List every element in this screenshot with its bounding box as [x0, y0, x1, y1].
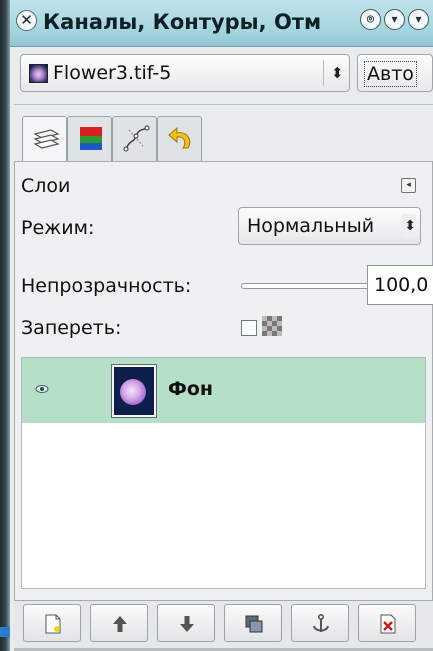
window-menu-icon[interactable]: ▾	[408, 9, 429, 30]
panel-title: Слои	[21, 175, 71, 197]
layer-name[interactable]: Фон	[168, 377, 213, 401]
arrow-up-icon	[113, 616, 127, 632]
auto-button-label: Авто	[364, 61, 417, 87]
layers-panel: Слои ◂ Режим: Нормальный ⬍ Непрозрачност…	[14, 161, 433, 601]
layer-list[interactable]: Фон	[21, 357, 426, 589]
image-thumbnail	[29, 64, 48, 83]
image-select-value: Flower3.tif-5	[53, 62, 172, 84]
opacity-slider[interactable]	[241, 283, 376, 289]
delete-layer-button[interactable]	[358, 604, 416, 642]
tab-undo-history[interactable]	[157, 116, 202, 162]
duplicate-icon	[245, 615, 263, 633]
image-select[interactable]: Flower3.tif-5 ⬍	[20, 54, 350, 92]
raise-layer-button[interactable]	[90, 604, 148, 642]
title-bar[interactable]: ✕ Каналы, Контуры, Отм ⌾ ▾ ▾	[10, 0, 433, 47]
anchor-layer-button[interactable]	[291, 604, 349, 642]
shade-icon[interactable]: ⌾	[360, 9, 381, 30]
tab-channels[interactable]	[67, 116, 112, 162]
channels-icon	[80, 127, 102, 150]
lock-alpha-icon[interactable]	[262, 316, 282, 336]
lower-layer-button[interactable]	[157, 604, 215, 642]
close-icon[interactable]: ✕	[16, 10, 37, 31]
new-layer-button[interactable]	[23, 604, 81, 642]
auto-button[interactable]: Авто	[357, 54, 433, 92]
paths-icon	[123, 125, 150, 152]
lock-pixels-checkbox[interactable]	[241, 320, 257, 336]
roll-down-icon[interactable]: ▾	[384, 9, 405, 30]
opacity-value: 100,0	[374, 274, 429, 296]
image-selector-row: Flower3.tif-5 ⬍ Авто	[14, 50, 433, 96]
mode-label: Режим:	[21, 217, 95, 239]
layers-toolbar	[14, 601, 433, 651]
tab-paths[interactable]	[112, 116, 157, 162]
new-layer-icon	[45, 614, 61, 634]
opacity-spinbox[interactable]: 100,0	[367, 265, 433, 305]
mode-select-value: Нормальный	[247, 215, 375, 237]
layer-thumbnail	[112, 365, 156, 417]
eye-icon[interactable]	[35, 382, 49, 396]
edge-marker	[0, 627, 10, 637]
left-window-edge	[0, 0, 10, 651]
window-title: Каналы, Контуры, Отм	[43, 10, 322, 34]
opacity-label: Непрозрачность:	[21, 275, 192, 297]
divider	[14, 104, 433, 105]
lock-label: Запереть:	[21, 317, 122, 339]
panel-menu-icon[interactable]: ◂	[401, 178, 416, 193]
mode-select-arrows-icon: ⬍	[402, 214, 416, 238]
delete-icon	[380, 614, 396, 634]
undo-history-icon	[168, 126, 191, 149]
dock-window: ✕ Каналы, Контуры, Отм ⌾ ▾ ▾ Flower3.tif…	[0, 0, 433, 651]
arrow-down-icon	[180, 616, 194, 632]
image-select-separator	[323, 60, 324, 86]
tab-layers[interactable]	[22, 116, 67, 164]
image-select-arrows-icon: ⬍	[331, 64, 344, 82]
mode-select[interactable]: Нормальный ⬍	[238, 207, 421, 245]
layers-icon	[33, 129, 60, 149]
layer-row[interactable]: Фон	[22, 358, 425, 423]
duplicate-layer-button[interactable]	[224, 604, 282, 642]
anchor-icon	[313, 613, 329, 632]
